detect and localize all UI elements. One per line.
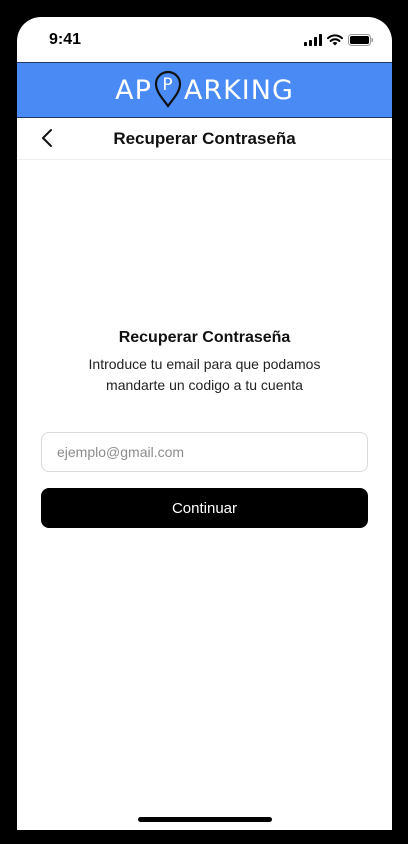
home-indicator bbox=[138, 817, 272, 822]
battery-icon bbox=[348, 34, 374, 46]
nav-title: Recuperar Contraseña bbox=[113, 129, 296, 148]
status-time: 9:41 bbox=[49, 31, 82, 48]
logo-text-right: ARKING bbox=[183, 74, 294, 106]
wifi-icon bbox=[327, 34, 343, 46]
nav-bar: Recuperar Contraseña bbox=[17, 118, 392, 160]
pin-letter: P bbox=[162, 75, 173, 95]
description-line-1: Introduce tu email para que podamos bbox=[88, 356, 321, 372]
email-input[interactable] bbox=[41, 432, 368, 472]
continue-button[interactable]: Continuar bbox=[41, 488, 368, 528]
screen: 9:41 AP P ARKING Recuperar Contraseña Re… bbox=[17, 17, 392, 830]
logo-text-left: AP bbox=[115, 74, 152, 106]
phone-frame: 9:41 AP P ARKING Recuperar Contraseña Re… bbox=[0, 0, 408, 844]
content-title: Recuperar Contraseña bbox=[118, 329, 291, 346]
parking-pin-icon: P bbox=[153, 70, 183, 115]
status-bar: 9:41 bbox=[17, 17, 392, 62]
apparking-logo: AP P ARKING bbox=[115, 68, 294, 113]
signal-icon bbox=[304, 34, 322, 46]
brand-header: AP P ARKING bbox=[17, 62, 392, 118]
content-description: Introduce tu email para que podamos mand… bbox=[57, 354, 352, 396]
status-icons bbox=[304, 34, 374, 46]
description-line-2: mandarte un codigo a tu cuenta bbox=[106, 377, 303, 393]
